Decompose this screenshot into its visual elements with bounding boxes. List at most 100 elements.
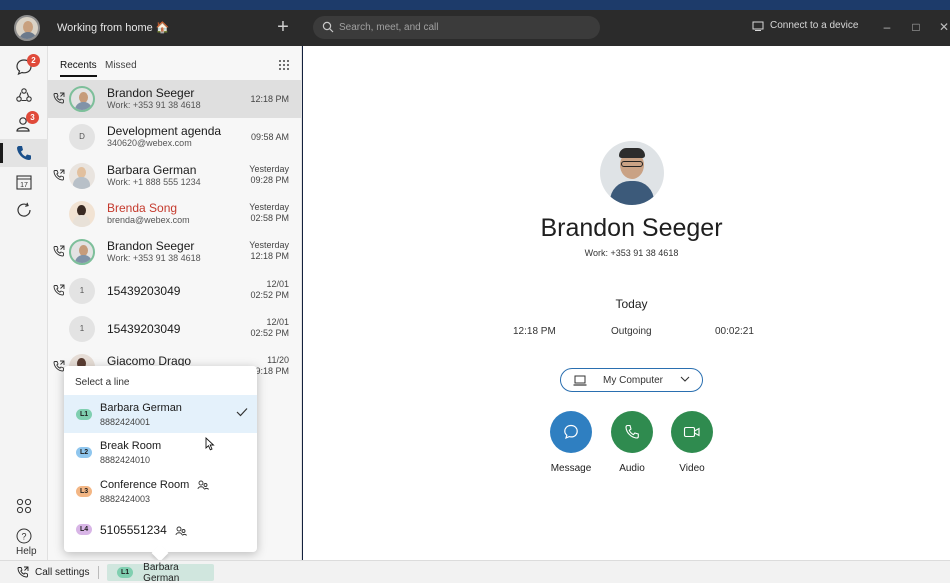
recent-call-row[interactable]: Brandon Seeger Work: +353 91 38 4618 Yes… [48,233,301,271]
call-time: 02:52 PM [250,290,289,300]
laptop-icon [573,375,587,386]
call-time: 09:58 AM [250,132,289,142]
chat-icon [564,424,578,440]
line-name-wrap: 5105551234 [100,523,187,537]
contact-avatar [69,239,95,265]
call-settings-icon [17,566,29,578]
contact-name: Development agenda [107,124,222,138]
phone-icon [625,424,639,439]
call-date: Yesterday [249,240,289,250]
call-time: 12:18 PM [250,251,289,261]
status-footer: Call settings L1 Barbara German [0,560,950,583]
connect-device-button[interactable]: Connect to a device [752,20,858,31]
active-line-selector[interactable]: L1 Barbara German [107,561,214,583]
popup-title: Select a line [75,377,130,388]
tab-missed[interactable]: Missed [105,60,137,71]
screen-icon [752,21,764,31]
contact-name: Brandon Seeger [107,239,195,253]
contact-title: Brandon Seeger [540,214,723,242]
chevron-down-icon [680,376,690,382]
outgoing-call-icon [53,245,65,257]
connect-label: Connect to a device [770,20,859,31]
teams-nav[interactable] [0,82,48,110]
contact-avatar: 1 [69,278,95,304]
tab-recents[interactable]: Recents [60,60,97,77]
search-input[interactable] [339,19,594,36]
recent-call-row[interactable]: D Development agenda 340620@webex.com 09… [48,118,301,156]
call-settings-button[interactable]: Call settings [17,566,89,578]
close-button[interactable]: ✕ [934,18,950,36]
line-name: 5105551234 [100,523,167,537]
outgoing-call-icon [53,92,65,104]
apps-grid-icon [16,498,32,514]
line-chip: L4 [76,524,93,535]
call-time: 9:18 PM [255,366,289,376]
video-label: Video [679,463,705,474]
select-line-popup: Select a line L1 Barbara German 88824240… [64,366,257,552]
line-chip: L1 [76,409,93,420]
call-date: 12/01 [266,279,289,289]
calling-nav[interactable] [0,139,48,167]
user-avatar[interactable] [14,15,40,41]
line-name: Conference Room [100,479,190,491]
device-selector[interactable]: My Computer [560,368,703,392]
recent-call-row[interactable]: Brenda Song brenda@webex.com Yesterday 0… [48,195,301,233]
help-label: Help [16,546,37,557]
contact-detail: Work: +353 91 38 4618 [107,100,201,110]
call-direction: Outgoing [611,326,652,337]
line-chip: L2 [76,447,93,458]
line-option[interactable]: L3 Conference Room 8882424003 [64,472,257,510]
refresh-nav[interactable] [0,196,48,224]
messaging-nav[interactable]: 2 [0,53,48,81]
contacts-badge: 3 [26,111,39,124]
minimize-button[interactable]: – [877,18,897,36]
contact-avatar [69,163,95,189]
call-date: 11/20 [267,355,289,365]
window-background [0,0,950,10]
recent-call-row[interactable]: 1 15439203049 12/01 02:52 PM [48,310,301,348]
apps-nav[interactable] [0,492,48,520]
contact-avatar: 1 [69,316,95,342]
search-bar[interactable] [313,16,600,39]
call-detail-pane: Brandon Seeger Work: +353 91 38 4618 Tod… [303,46,950,560]
active-line-name: Barbara German [143,561,180,583]
recent-call-row[interactable]: Barbara German Work: +1 888 555 1234 Yes… [48,157,301,195]
line-option[interactable]: L1 Barbara German 8882424001 [64,395,257,451]
line-option[interactable]: L2 Break Room 8882424010 [64,433,257,471]
call-time-detail: 12:18 PM [513,326,556,337]
contact-number[interactable]: Work: +353 91 38 4618 [303,248,950,258]
help-icon: ? [16,528,32,544]
call-duration: 00:02:21 [715,326,754,337]
call-time: 02:58 PM [250,213,289,223]
call-day-heading: Today [615,297,648,311]
phone-icon [17,146,31,160]
contact-detail: Work: +1 888 555 1234 [107,177,201,187]
line-option[interactable]: L4 5105551234 [64,510,257,548]
contact-avatar [69,201,95,227]
recent-call-row[interactable]: Brandon Seeger Work: +353 91 38 4618 12:… [48,80,301,118]
line-name: Break Room [100,440,162,452]
meetings-nav[interactable]: 17 [0,168,48,196]
device-label: My Computer [603,375,664,386]
maximize-button[interactable]: □ [906,18,926,36]
status-text[interactable]: Working from home 🏠 [57,21,170,34]
line-number: 8882424003 [100,494,151,504]
contacts-nav[interactable]: 3 [0,110,48,138]
message-button[interactable] [550,411,592,453]
dialpad-icon[interactable] [278,59,290,71]
call-time: 12:18 PM [250,94,289,104]
call-date: Yesterday [249,202,289,212]
shared-line-icon [175,526,187,536]
video-call-button[interactable] [671,411,713,453]
outgoing-call-icon [53,169,65,181]
contact-name: 15439203049 [107,284,181,298]
tab-bar: Recents Missed [48,46,301,80]
recent-call-row[interactable]: 1 15439203049 12/01 02:52 PM [48,272,301,310]
checkmark-icon [236,408,248,417]
audio-call-button[interactable] [611,411,653,453]
contact-detail: Work: +353 91 38 4618 [107,253,201,263]
teams-icon [16,88,32,102]
new-button[interactable]: + [273,16,293,38]
contact-name: 15439203049 [107,322,181,336]
navigation-rail: 2 3 17 ? Help [0,46,48,560]
